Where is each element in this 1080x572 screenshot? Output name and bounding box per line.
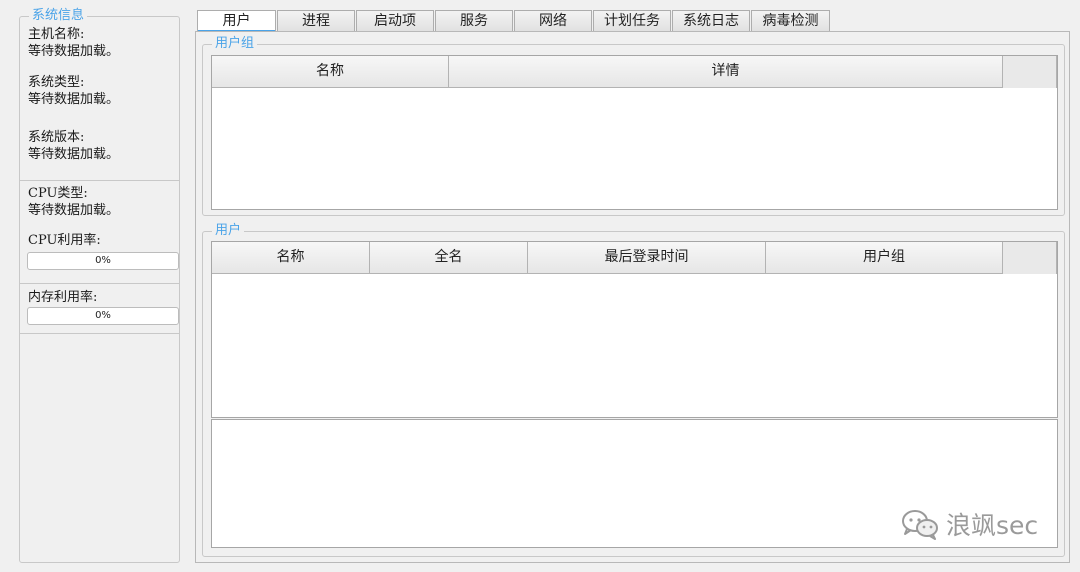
user-groups-table[interactable]: 名称 详情 xyxy=(211,55,1058,210)
host-name-label: 主机名称: xyxy=(28,27,85,42)
divider xyxy=(20,283,179,284)
header-filler xyxy=(1003,56,1057,88)
cpu-usage-text: 0% xyxy=(95,255,111,266)
tab-content-users: 用户组 名称 详情 用户 名称 全名 最后登录时间 用户组 xyxy=(195,31,1070,563)
watermark-text: 浪飒sec xyxy=(946,511,1039,540)
cpu-usage-label: CPU利用率: xyxy=(28,233,101,248)
column-header-fullname[interactable]: 全名 xyxy=(370,242,528,274)
user-groups-title: 用户组 xyxy=(212,37,258,51)
users-title: 用户 xyxy=(212,224,245,238)
tab-services[interactable]: 服务 xyxy=(435,10,513,32)
users-table[interactable]: 名称 全名 最后登录时间 用户组 xyxy=(211,241,1058,418)
system-info-title: 系统信息 xyxy=(29,9,88,23)
column-header-user-group[interactable]: 用户组 xyxy=(766,242,1003,274)
table-header: 名称 全名 最后登录时间 用户组 xyxy=(212,242,1057,274)
tab-scheduled-tasks[interactable]: 计划任务 xyxy=(593,10,671,32)
os-type-value: 等待数据加载。 xyxy=(28,92,120,107)
column-header-last-login[interactable]: 最后登录时间 xyxy=(528,242,766,274)
user-groups-group: 用户组 名称 详情 xyxy=(202,37,1065,216)
os-version-value: 等待数据加载。 xyxy=(28,147,120,162)
memory-usage-text: 0% xyxy=(95,310,111,321)
wechat-icon xyxy=(902,510,938,540)
column-header-name[interactable]: 名称 xyxy=(212,56,449,88)
divider xyxy=(20,333,179,334)
system-info-panel: 系统信息 主机名称: 等待数据加载。 系统类型: 等待数据加载。 系统版本: 等… xyxy=(19,9,180,563)
column-header-details[interactable]: 详情 xyxy=(449,56,1003,88)
tab-bar: 用户 进程 启动项 服务 网络 计划任务 系统日志 病毒检测 xyxy=(197,10,831,32)
host-name-value: 等待数据加载。 xyxy=(28,44,120,59)
table-header: 名称 详情 xyxy=(212,56,1057,88)
watermark: 浪飒sec xyxy=(900,506,1038,542)
header-filler xyxy=(1003,242,1057,274)
tab-network[interactable]: 网络 xyxy=(514,10,592,32)
tab-users[interactable]: 用户 xyxy=(197,10,276,32)
memory-usage-label: 内存利用率: xyxy=(28,290,98,305)
cpu-type-label: CPU类型: xyxy=(28,186,88,201)
cpu-type-value: 等待数据加载。 xyxy=(28,203,120,218)
tab-processes[interactable]: 进程 xyxy=(277,10,355,32)
tab-virus-scan[interactable]: 病毒检测 xyxy=(751,10,830,32)
cpu-usage-progress-bar: 0% xyxy=(27,252,179,270)
column-header-name[interactable]: 名称 xyxy=(212,242,370,274)
os-version-label: 系统版本: xyxy=(28,130,85,145)
divider xyxy=(20,180,179,181)
tab-system-logs[interactable]: 系统日志 xyxy=(672,10,750,32)
memory-usage-progress-bar: 0% xyxy=(27,307,179,325)
os-type-label: 系统类型: xyxy=(28,75,85,90)
tab-startup-items[interactable]: 启动项 xyxy=(356,10,434,32)
